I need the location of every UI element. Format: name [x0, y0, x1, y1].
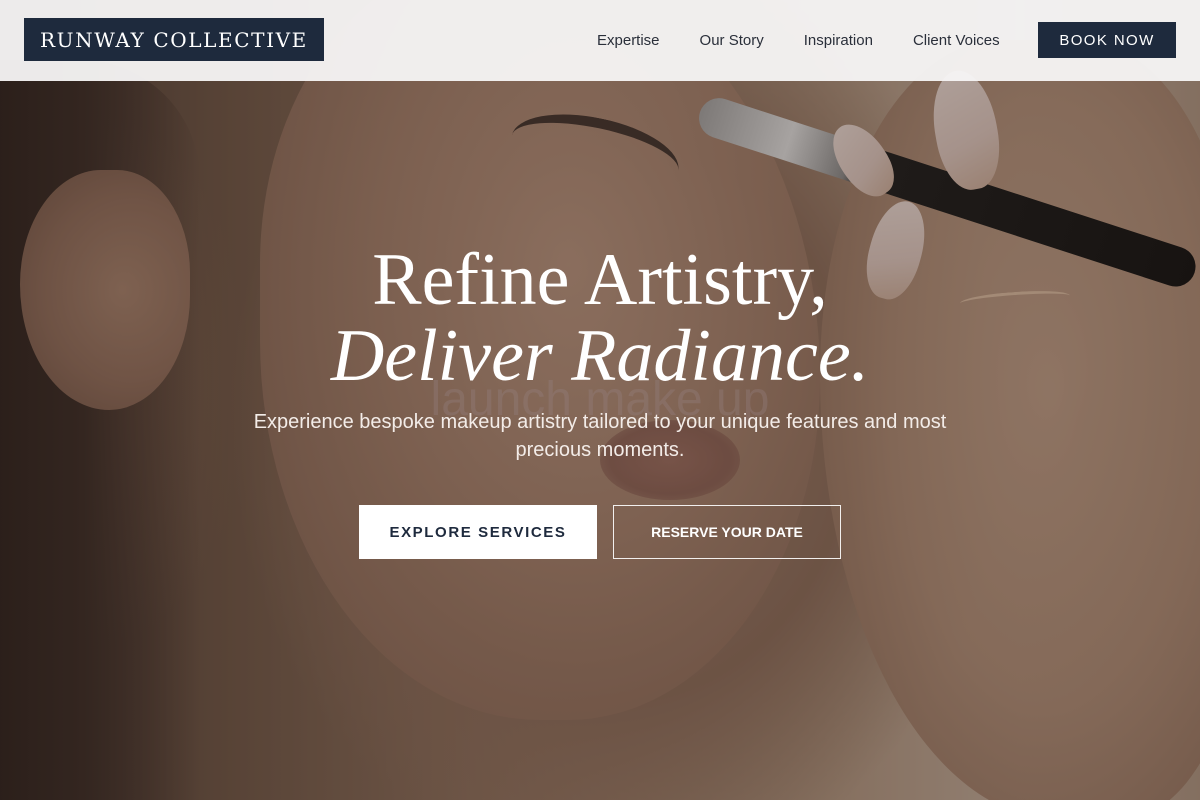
- explore-services-button[interactable]: EXPLORE SERVICES: [359, 505, 597, 559]
- reserve-date-button[interactable]: RESERVE YOUR DATE: [613, 505, 841, 559]
- hero-headline: Refine Artistry, Deliver Radiance.: [0, 239, 1200, 397]
- headline-line-1: Refine Artistry,: [372, 239, 828, 321]
- headline-line-2: Deliver Radiance.: [330, 315, 870, 397]
- brand-logo[interactable]: RUNWAY COLLECTIVE: [24, 18, 324, 61]
- hero-subtext: Experience bespoke makeup artistry tailo…: [253, 411, 947, 461]
- nav-link-client-voices[interactable]: Client Voices: [913, 32, 1000, 49]
- nav-link-our-story[interactable]: Our Story: [700, 32, 764, 49]
- nav-link-expertise[interactable]: Expertise: [597, 32, 660, 49]
- site-header: RUNWAY COLLECTIVE Expertise Our Story In…: [0, 0, 1200, 81]
- main-nav: Expertise Our Story Inspiration Client V…: [597, 0, 1040, 81]
- nav-link-inspiration[interactable]: Inspiration: [804, 32, 873, 49]
- brand-name: RUNWAY COLLECTIVE: [40, 27, 308, 52]
- book-now-button[interactable]: BOOK NOW: [1038, 22, 1176, 58]
